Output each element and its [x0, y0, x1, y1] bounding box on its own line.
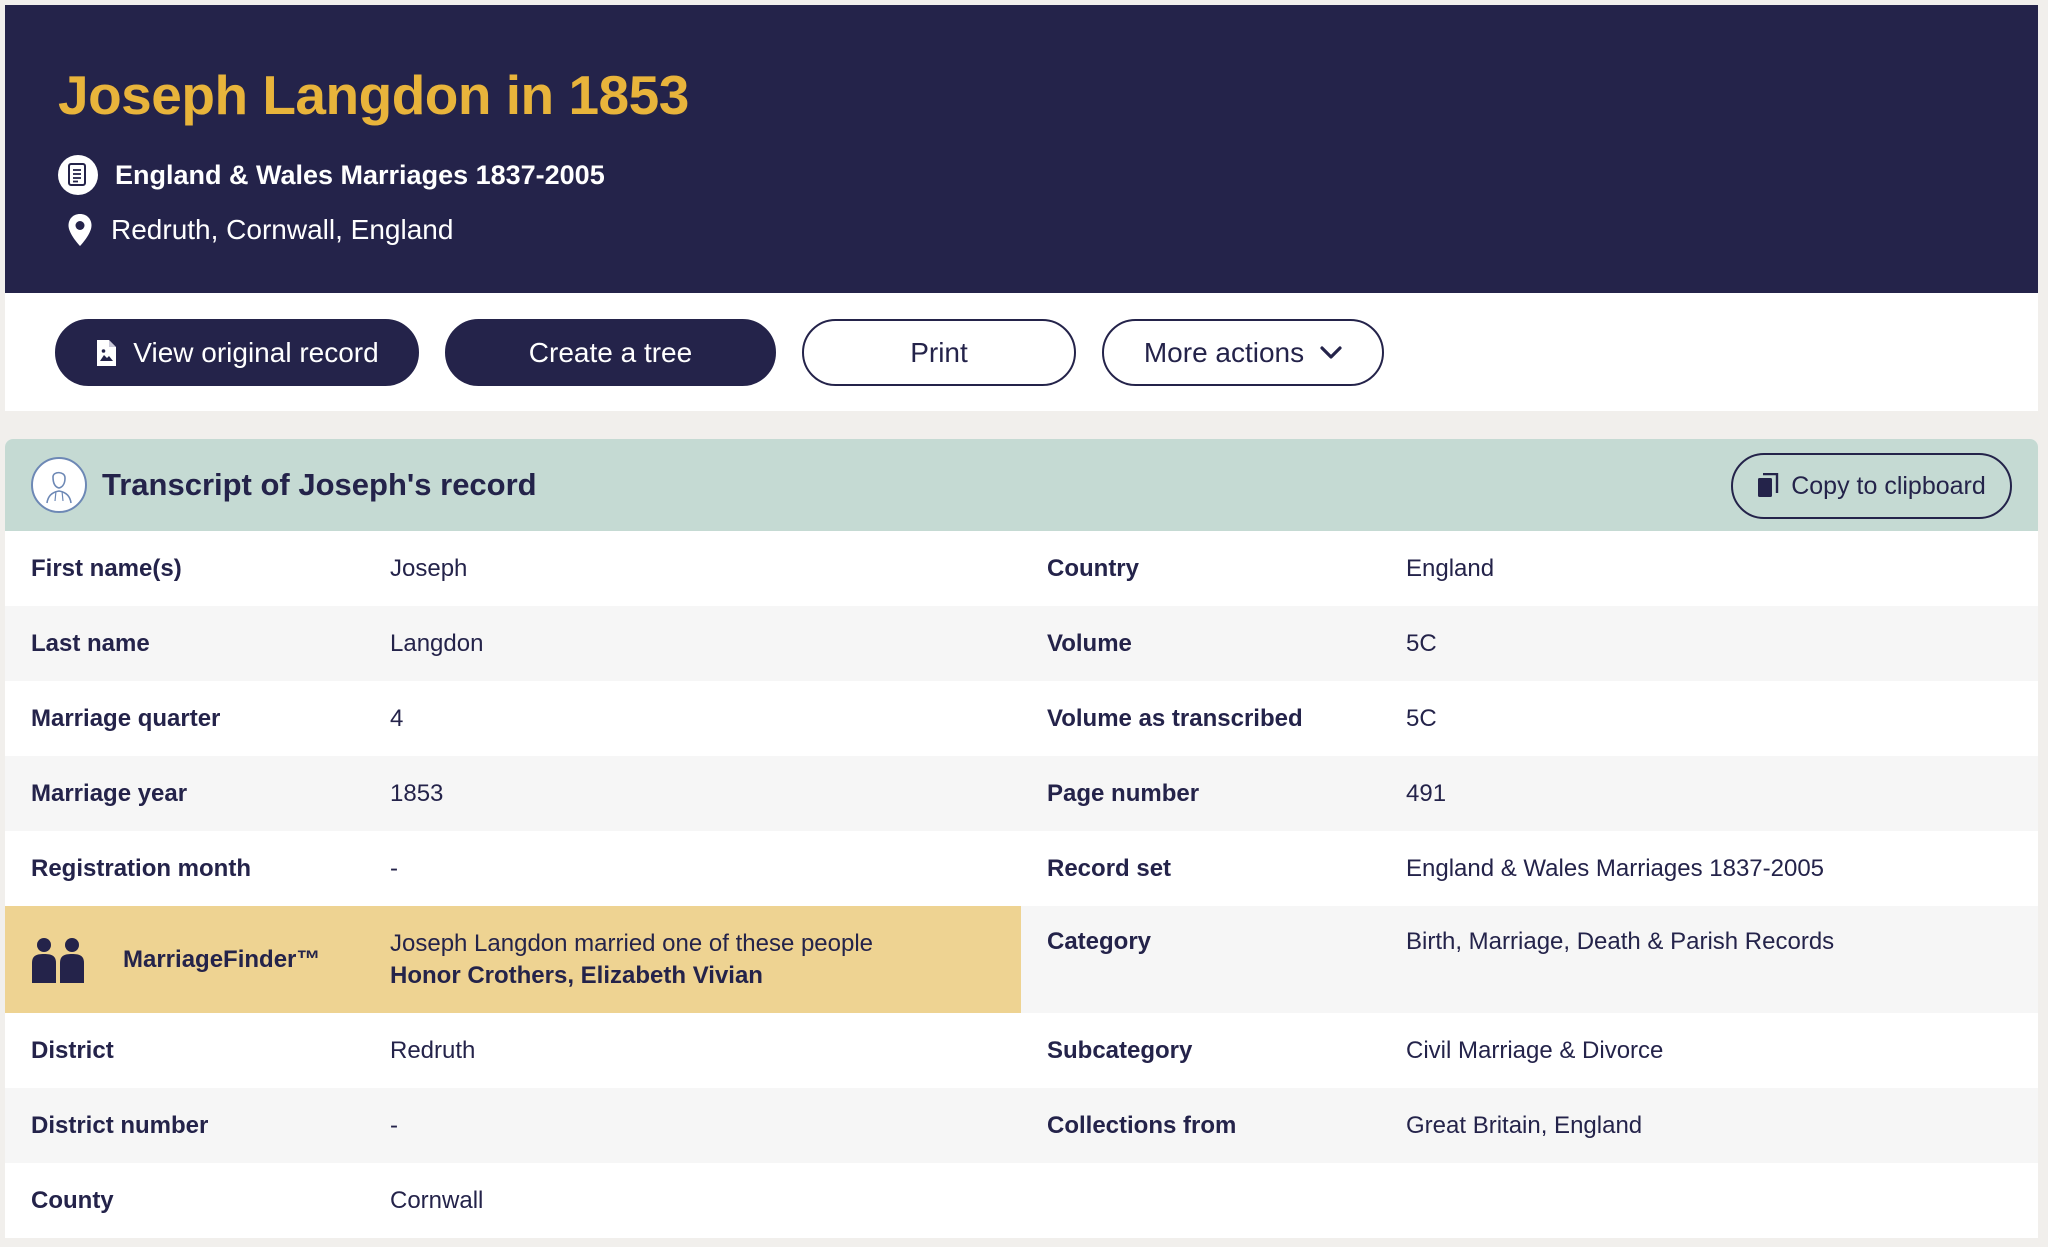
left-cell: Marriage quarter 4	[5, 681, 1021, 756]
marriage-finder-label: MarriageFinder™	[123, 945, 321, 973]
image-file-icon	[95, 339, 117, 367]
field-label: County	[31, 1186, 114, 1214]
field-label: Page number	[1047, 779, 1200, 807]
table-row: District number - Collections from Great…	[5, 1088, 2038, 1163]
page-title: Joseph Langdon in 1853	[58, 64, 689, 126]
collection-link[interactable]: England & Wales Marriages 1837-2005	[115, 160, 605, 191]
field-label: Country	[1047, 554, 1139, 582]
transcript-panel: Transcript of Joseph's record Copy to cl…	[5, 439, 2038, 1238]
table-row: County Cornwall	[5, 1163, 2038, 1238]
left-cell: Marriage year 1853	[5, 756, 1021, 831]
view-original-record-button[interactable]: View original record	[55, 319, 419, 386]
location-pin-icon	[67, 213, 97, 247]
field-label: Subcategory	[1047, 1036, 1193, 1064]
field-label: District	[31, 1036, 114, 1064]
marriage-finder-cell[interactable]: MarriageFinder™ Joseph Langdon married o…	[5, 906, 1021, 1013]
left-cell: District Redruth	[5, 1013, 1021, 1088]
left-cell: Registration month -	[5, 831, 1021, 906]
marriage-finder-label-cell: MarriageFinder™	[5, 906, 390, 1013]
left-cell: First name(s) Joseph	[5, 531, 1021, 606]
field-label: Last name	[31, 629, 150, 657]
field-value: -	[390, 854, 398, 882]
transcript-title: Transcript of Joseph's record	[102, 467, 537, 502]
create-tree-button[interactable]: Create a tree	[445, 319, 776, 386]
field-value: England & Wales Marriages 1837-2005	[1406, 854, 1825, 882]
right-cell: Volume as transcribed 5C	[1021, 681, 2038, 756]
print-button[interactable]: Print	[802, 319, 1076, 386]
field-value: Birth, Marriage, Death & Parish Records	[1406, 928, 1835, 955]
table-row: MarriageFinder™ Joseph Langdon married o…	[5, 906, 2038, 1013]
field-value: England	[1406, 554, 1495, 582]
location-text: Redruth, Cornwall, England	[111, 214, 454, 245]
field-label: Volume	[1047, 629, 1132, 657]
field-value: Langdon	[390, 629, 484, 657]
field-value: -	[390, 1111, 398, 1139]
right-cell: Record set England & Wales Marriages 183…	[1021, 831, 2038, 906]
field-value: 1853	[390, 779, 444, 807]
field-value: Joseph	[390, 554, 468, 582]
field-value: Civil Marriage & Divorce	[1406, 1036, 1664, 1064]
transcript-header: Transcript of Joseph's record Copy to cl…	[5, 439, 2038, 531]
right-cell: Collections from Great Britain, England	[1021, 1088, 2038, 1163]
left-cell: County Cornwall	[5, 1163, 1021, 1238]
field-value: 5C	[1406, 704, 1437, 732]
location-row: Redruth, Cornwall, England	[58, 213, 2038, 247]
marriage-finder-names[interactable]: Honor Crothers, Elizabeth Vivian	[390, 960, 1021, 992]
table-row: Marriage quarter 4 Volume as transcribed…	[5, 681, 2038, 756]
more-actions-button[interactable]: More actions	[1102, 319, 1384, 386]
marriage-finder-text: Joseph Langdon married one of these peop…	[390, 906, 1021, 1013]
person-portrait-icon	[31, 457, 87, 513]
right-cell: Subcategory Civil Marriage & Divorce	[1021, 1013, 2038, 1088]
left-cell: Last name Langdon	[5, 606, 1021, 681]
more-actions-label: More actions	[1143, 336, 1305, 368]
right-cell: Country England	[1021, 531, 2038, 606]
record-header: Joseph Langdon in 1853 England & Wales M…	[5, 5, 2038, 293]
field-label: Marriage year	[31, 779, 188, 807]
right-cell: Page number 491	[1021, 756, 2038, 831]
field-value: 4	[390, 704, 404, 732]
collection-row: England & Wales Marriages 1837-2005	[58, 155, 2038, 195]
field-label: Marriage quarter	[31, 704, 221, 732]
copy-icon	[1757, 473, 1779, 499]
chevron-down-icon	[1320, 345, 1342, 360]
field-value: Redruth	[390, 1036, 476, 1064]
table-row: Last name Langdon Volume 5C	[5, 606, 2038, 681]
copy-to-clipboard-button[interactable]: Copy to clipboard	[1731, 453, 2012, 519]
field-label: Collections from	[1047, 1111, 1237, 1139]
field-value: Cornwall	[390, 1186, 484, 1214]
field-label: Record set	[1047, 854, 1172, 882]
table-row: District Redruth Subcategory Civil Marri…	[5, 1013, 2038, 1088]
action-bar: View original record Create a tree Print…	[5, 293, 2038, 411]
copy-label: Copy to clipboard	[1791, 471, 1986, 500]
right-cell: Volume 5C	[1021, 606, 2038, 681]
table-row: Marriage year 1853 Page number 491	[5, 756, 2038, 831]
field-value: 5C	[1406, 629, 1437, 657]
right-cell: Category Birth, Marriage, Death & Parish…	[1021, 906, 2038, 1013]
field-label: First name(s)	[31, 554, 182, 582]
left-cell: District number -	[5, 1088, 1021, 1163]
table-row: First name(s) Joseph Country England	[5, 531, 2038, 606]
view-original-label: View original record	[133, 336, 379, 368]
field-value: 491	[1406, 779, 1447, 807]
marriage-finder-line: Joseph Langdon married one of these peop…	[390, 930, 874, 957]
document-icon	[58, 155, 98, 195]
field-label: Category	[1047, 928, 1152, 955]
table-row: Registration month - Record set England …	[5, 831, 2038, 906]
field-label: Registration month	[31, 854, 251, 882]
right-cell	[1021, 1163, 2038, 1238]
field-label: District number	[31, 1111, 209, 1139]
field-label: Volume as transcribed	[1047, 704, 1303, 732]
field-value: Great Britain, England	[1406, 1111, 1643, 1139]
couple-icon	[31, 937, 85, 983]
